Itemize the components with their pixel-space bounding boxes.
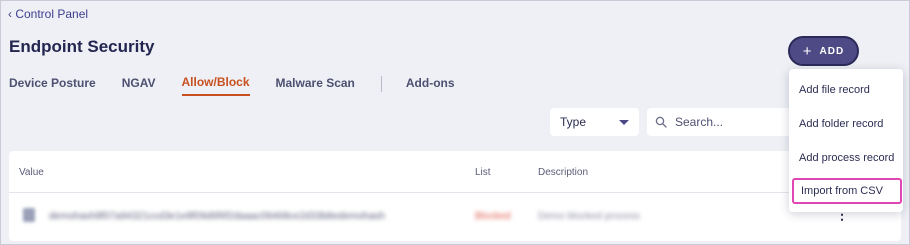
menu-item-add-folder-record[interactable]: Add folder record	[799, 118, 883, 130]
tab-bar: Device Posture NGAV Allow/Block Malware …	[9, 75, 481, 96]
search-icon	[655, 116, 667, 128]
cell-description: Demo blocked process	[538, 211, 640, 222]
cell-list-status: Blocked	[475, 211, 511, 222]
tab-add-ons[interactable]: Add-ons	[406, 76, 455, 95]
add-dropdown-menu: Add file record Add folder record Add pr…	[789, 69, 903, 212]
tab-malware-scan[interactable]: Malware Scan	[276, 76, 355, 95]
plus-icon: +	[802, 42, 813, 60]
file-icon	[23, 208, 35, 222]
menu-item-import-from-csv[interactable]: Import from CSV	[792, 178, 902, 204]
page-title: Endpoint Security	[9, 37, 155, 56]
tab-ngav[interactable]: NGAV	[122, 76, 156, 95]
menu-item-add-process-record[interactable]: Add process record	[799, 152, 894, 164]
records-table: Value List Description demohash8f07a9432…	[9, 151, 901, 241]
add-button-label: ADD	[819, 45, 845, 57]
column-header-value[interactable]: Value	[19, 167, 44, 178]
tab-divider	[380, 75, 382, 92]
type-filter-select[interactable]: Type	[550, 108, 639, 136]
cell-value: demohash8f07a94321ccd3e1e8f09d6f6f2daaac…	[49, 211, 385, 222]
tab-allow-block[interactable]: Allow/Block	[181, 75, 250, 96]
tab-device-posture[interactable]: Device Posture	[9, 76, 96, 95]
header-divider	[9, 192, 901, 193]
search-box[interactable]	[647, 108, 797, 136]
caret-down-icon	[619, 119, 629, 125]
column-header-description[interactable]: Description	[538, 167, 588, 178]
search-input[interactable]	[673, 114, 787, 130]
add-button[interactable]: + ADD	[788, 36, 859, 66]
column-header-list[interactable]: List	[475, 167, 491, 178]
type-filter-value: Type	[560, 115, 587, 129]
menu-item-add-file-record[interactable]: Add file record	[799, 84, 870, 96]
breadcrumb-control-panel[interactable]: ‹ Control Panel	[8, 7, 88, 21]
